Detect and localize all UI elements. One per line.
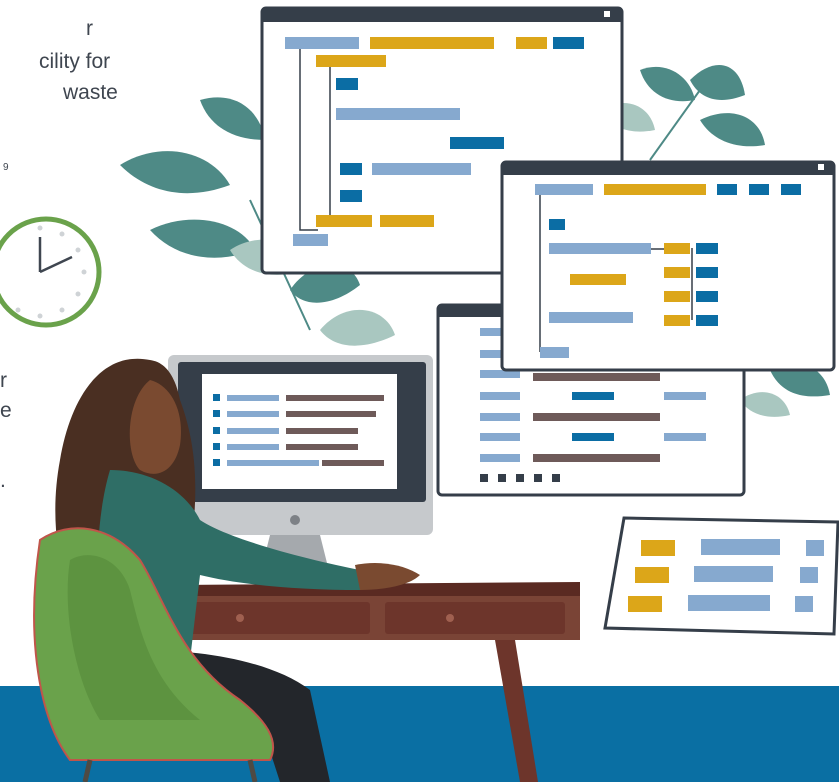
card-bottom-right xyxy=(603,516,839,636)
illustration xyxy=(0,6,839,782)
window-tree-right xyxy=(500,160,836,372)
clock-icon xyxy=(0,216,102,328)
